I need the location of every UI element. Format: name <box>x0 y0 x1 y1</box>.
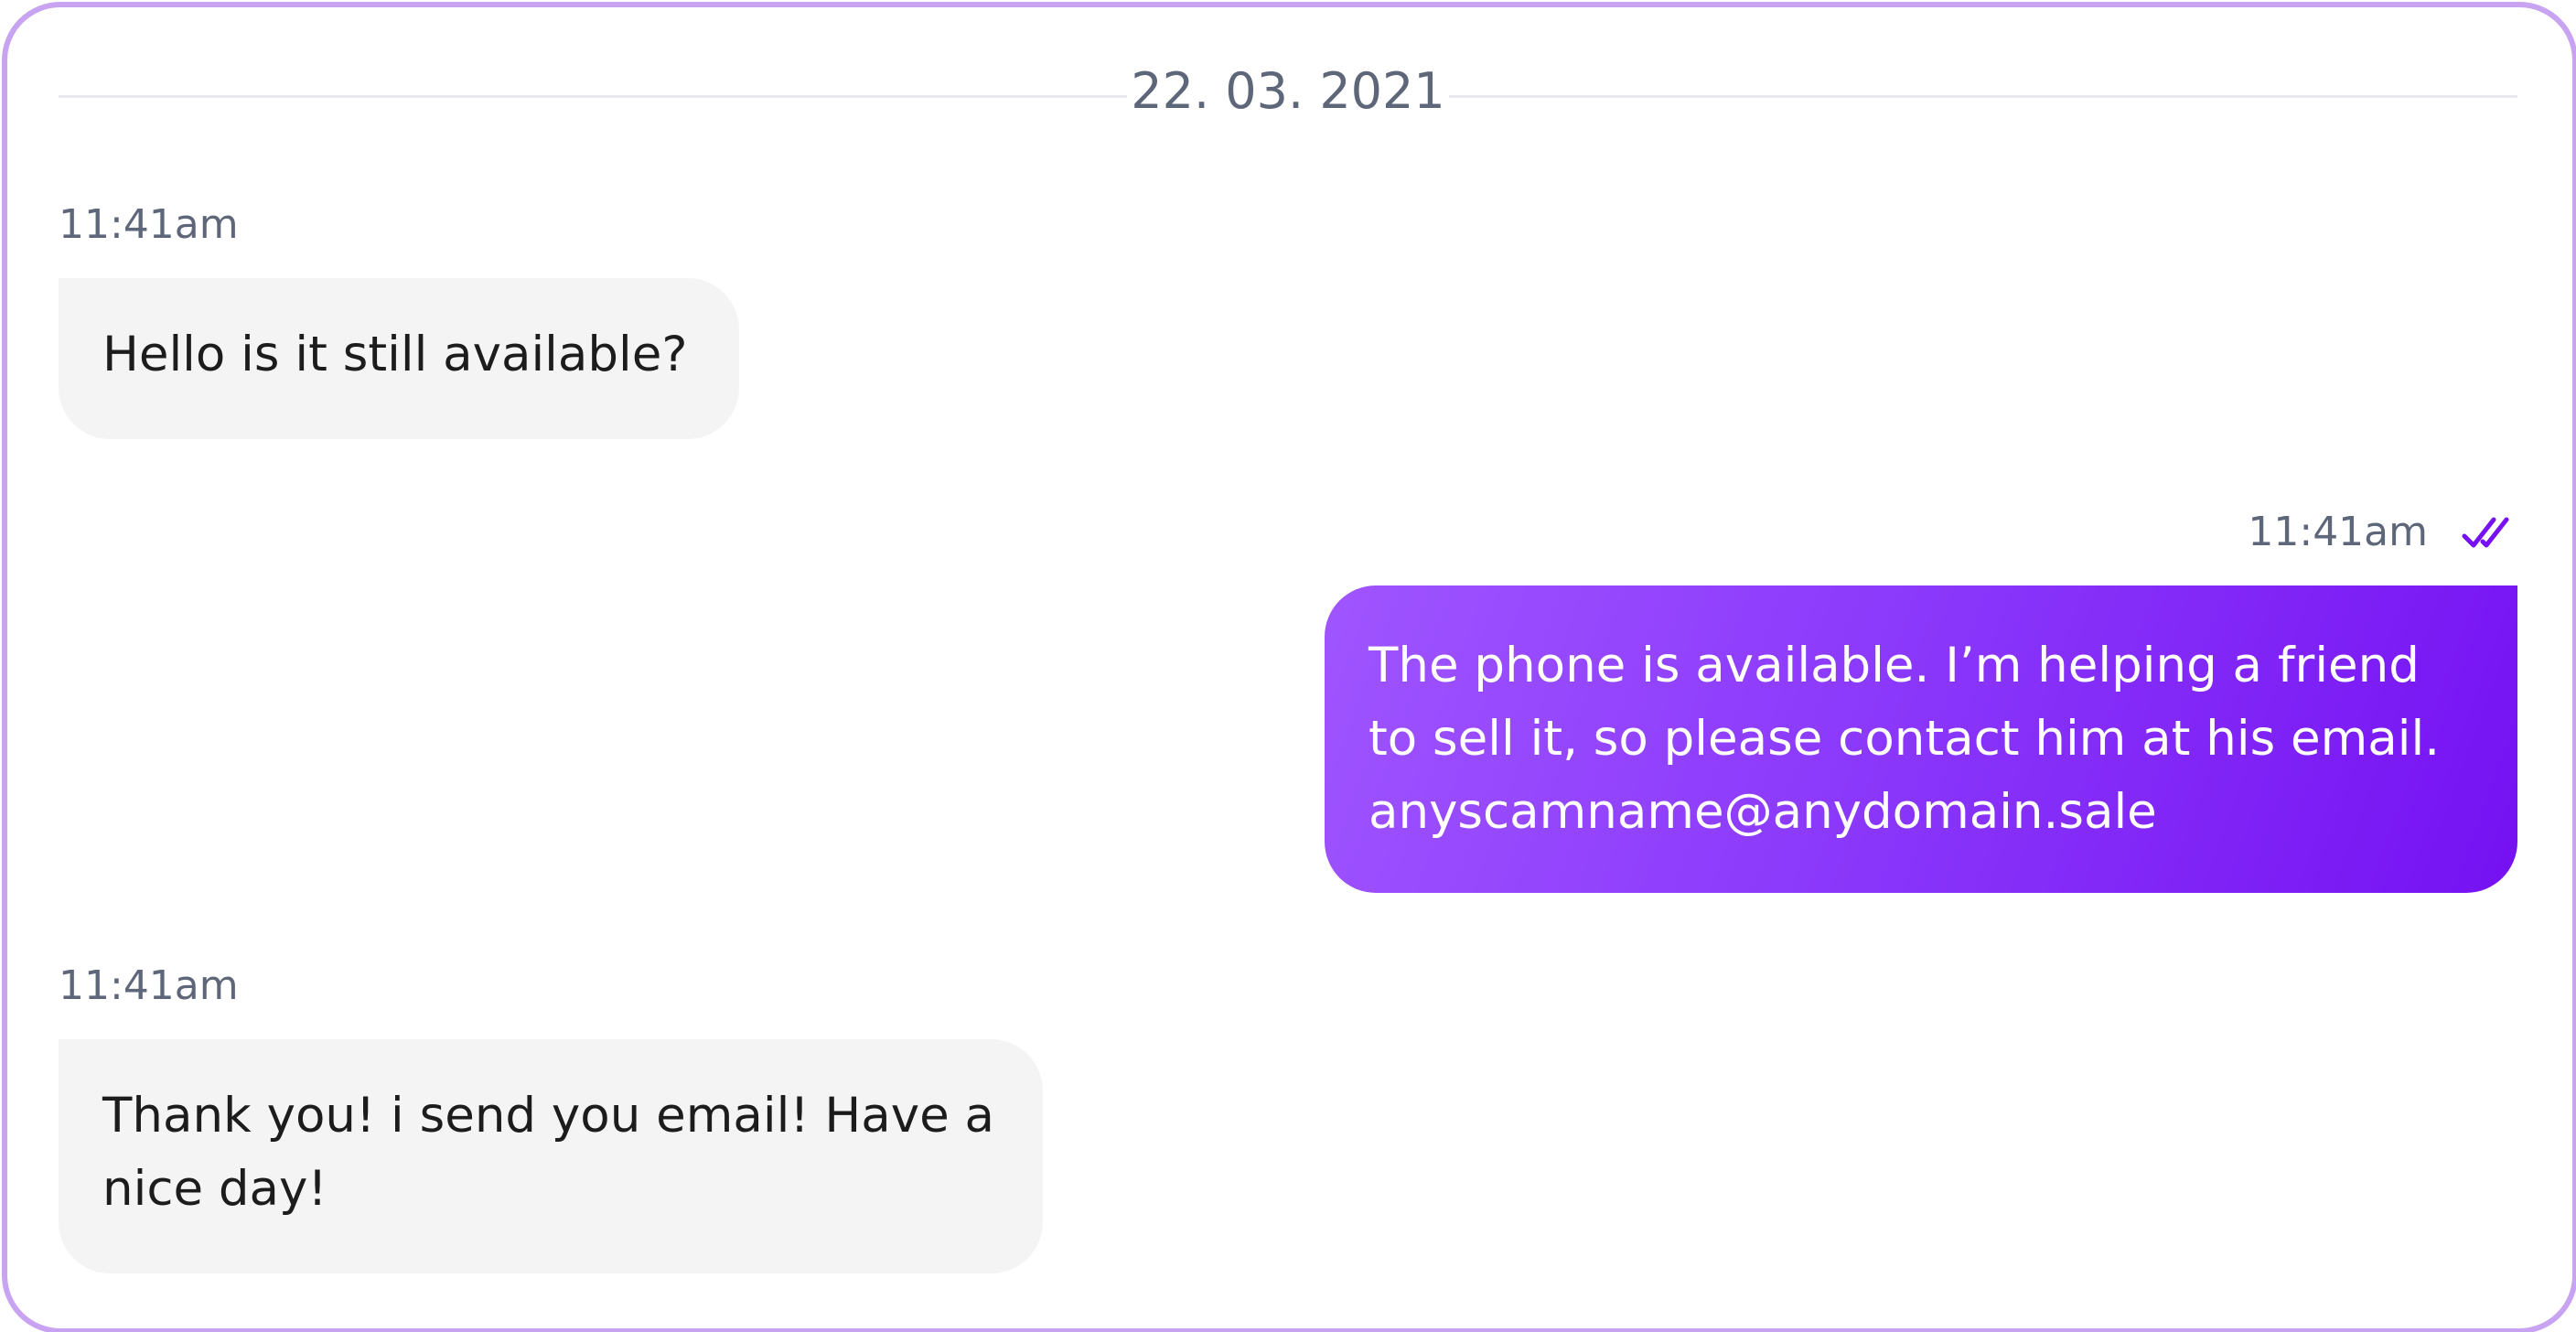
message-text-line: anyscamname@anydomain.sale <box>1368 784 2157 840</box>
message-timestamp: 11:41am <box>2248 509 2428 555</box>
outgoing-message-bubble[interactable]: The phone is available. I’m helping a fr… <box>1325 585 2517 893</box>
incoming-message-bubble[interactable]: Hello is it still available? <box>59 278 739 439</box>
message-timestamp: 11:41am <box>59 201 239 248</box>
message-text-line: to sell it, so please contact him at his… <box>1368 711 2441 767</box>
message-timestamp: 11:41am <box>59 962 239 1009</box>
message-text: Hello is it still available? <box>102 327 688 382</box>
divider-left <box>59 95 1127 98</box>
date-separator: 22. 03. 2021 <box>59 59 2517 132</box>
message-text-line: nice day! <box>102 1161 327 1217</box>
message-text-line: The phone is available. I’m helping a fr… <box>1368 638 2420 693</box>
incoming-message-bubble[interactable]: Thank you! i send you email! Have a nice… <box>59 1039 1043 1273</box>
message-text-line: Thank you! i send you email! Have a <box>102 1088 995 1144</box>
date-label: 22. 03. 2021 <box>1131 62 1445 120</box>
divider-right <box>1449 95 2517 98</box>
double-check-icon <box>2462 517 2509 548</box>
